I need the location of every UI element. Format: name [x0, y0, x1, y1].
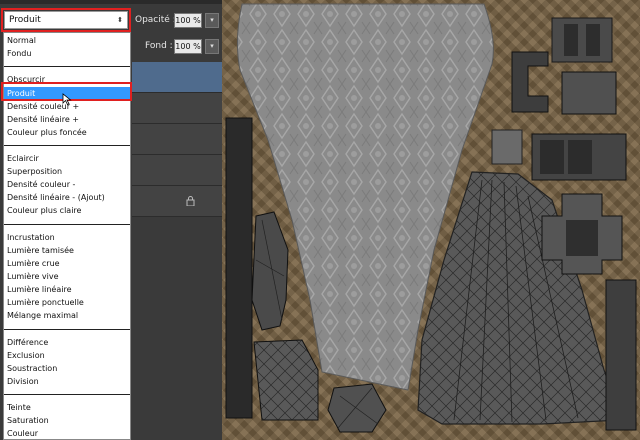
uv-block	[605, 279, 637, 431]
uv-block	[551, 17, 613, 63]
separator	[4, 224, 130, 225]
document-canvas[interactable]	[222, 0, 640, 440]
uv-block	[225, 117, 253, 419]
blend-option-lumiere-crue[interactable]: Lumière crue	[4, 257, 130, 270]
blend-option-lumiere-tamisee[interactable]: Lumière tamisée	[4, 244, 130, 257]
blend-option-couleur-plus-claire[interactable]: Couleur plus claire	[4, 204, 130, 217]
fill-dropdown-button[interactable]: ▾	[205, 39, 219, 54]
uv-block	[253, 339, 319, 421]
separator	[4, 329, 130, 330]
chevron-down-icon: ▾	[210, 16, 214, 24]
blend-option-lumiere-lineaire[interactable]: Lumière linéaire	[4, 283, 130, 296]
blend-option-lumiere-vive[interactable]: Lumière vive	[4, 270, 130, 283]
blend-option-melange-maximal[interactable]: Mélange maximal	[4, 309, 130, 322]
uv-block	[561, 71, 617, 115]
blend-option-eclaircir[interactable]: Eclaircir	[4, 152, 130, 165]
uv-block	[511, 51, 549, 113]
layer-row[interactable]	[132, 186, 222, 217]
opacity-label: Opacité :	[135, 15, 176, 25]
blend-option-fondu[interactable]: Fondu	[4, 47, 130, 60]
lock-icon[interactable]	[186, 196, 196, 207]
blend-option-incrustation[interactable]: Incrustation	[4, 231, 130, 244]
blend-mode-select-highlight	[1, 8, 131, 32]
blend-option-densite-couleur-moins[interactable]: Densité couleur -	[4, 178, 130, 191]
fill-label: Fond :	[145, 41, 173, 51]
uv-layout-artwork	[225, 3, 637, 433]
chevron-down-icon: ▾	[210, 42, 214, 50]
separator	[4, 145, 130, 146]
arrow-cursor-icon	[62, 93, 72, 105]
panel-header-bar	[0, 0, 222, 4]
opacity-dropdown-button[interactable]: ▾	[205, 13, 219, 28]
layer-row-selected[interactable]	[132, 62, 222, 93]
fill-input[interactable]: 100 %	[174, 39, 202, 54]
blend-option-lumiere-ponctuelle[interactable]: Lumière ponctuelle	[4, 296, 130, 309]
layer-row[interactable]	[132, 155, 222, 186]
layer-row[interactable]	[132, 124, 222, 155]
blend-option-couleur[interactable]: Couleur	[4, 427, 130, 439]
blend-option-difference[interactable]: Différence	[4, 336, 130, 349]
blend-option-soustraction[interactable]: Soustraction	[4, 362, 130, 375]
blend-option-saturation[interactable]: Saturation	[4, 414, 130, 427]
uv-block	[327, 383, 387, 433]
blend-option-teinte[interactable]: Teinte	[4, 401, 130, 414]
blend-option-couleur-plus-foncee[interactable]: Couleur plus foncée	[4, 126, 130, 139]
uv-block	[251, 211, 289, 331]
blend-option-division[interactable]: Division	[4, 375, 130, 388]
opacity-input[interactable]: 100 %	[174, 13, 202, 28]
blend-option-normal[interactable]: Normal	[4, 34, 130, 47]
layer-row[interactable]	[132, 93, 222, 124]
blend-option-superposition[interactable]: Superposition	[4, 165, 130, 178]
separator	[4, 394, 130, 395]
uv-block	[491, 129, 523, 165]
separator	[4, 66, 130, 67]
blend-option-exclusion[interactable]: Exclusion	[4, 349, 130, 362]
blend-option-densite-lineaire-ajout[interactable]: Densité linéaire - (Ajout)	[4, 191, 130, 204]
blend-option-densite-lineaire-plus[interactable]: Densité linéaire +	[4, 113, 130, 126]
